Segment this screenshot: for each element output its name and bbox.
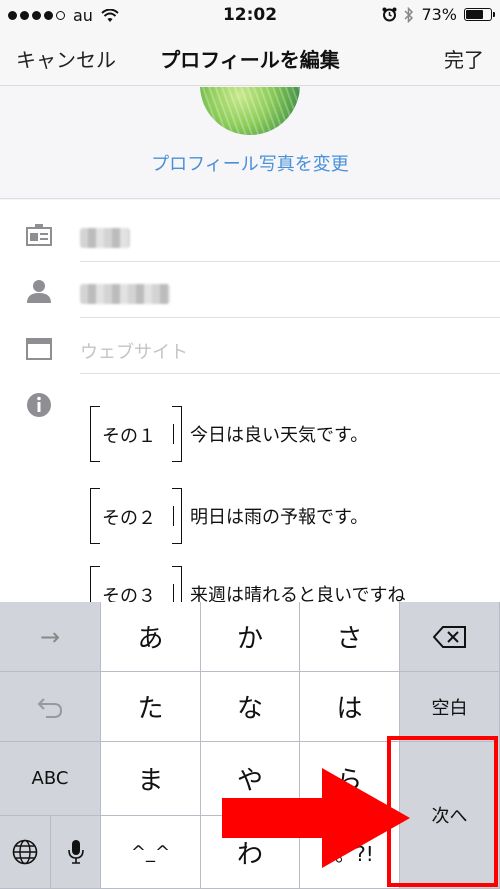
name-value-redacted <box>80 228 130 248</box>
username-field[interactable] <box>80 262 500 318</box>
key-ta[interactable]: た <box>101 672 201 742</box>
bio-text: 来週は晴れると良いですね <box>190 585 406 602</box>
key-sa[interactable]: さ <box>300 602 400 672</box>
user-icon <box>27 280 51 303</box>
website-field[interactable]: ウェブサイト <box>80 318 500 374</box>
bio-tag: その２ <box>102 508 156 529</box>
undo-icon <box>37 697 63 718</box>
bio-line-1[interactable]: その１ 今日は良い天気です。 <box>90 406 368 462</box>
info-icon <box>27 393 51 417</box>
key-ha[interactable]: は <box>300 672 400 742</box>
key-ma[interactable]: ま <box>101 742 201 816</box>
username-value-redacted <box>80 284 170 304</box>
bio-tag-box: その１ <box>90 406 182 462</box>
battery-percent: 73% <box>421 5 457 24</box>
bio-tag: その３ <box>102 586 156 602</box>
done-button[interactable]: 完了 <box>444 44 484 73</box>
status-right: 73% <box>382 5 495 24</box>
bio-tag: その１ <box>102 426 156 447</box>
key-emoticon[interactable]: ^_^ <box>101 816 201 889</box>
bio-text: 明日は雨の予報です。 <box>190 507 369 528</box>
cancel-button[interactable]: キャンセル <box>16 44 116 73</box>
nav-bar: キャンセル プロフィールを編集 完了 <box>0 30 500 86</box>
browser-window-icon <box>26 338 52 360</box>
backspace-icon <box>432 625 466 648</box>
microphone-key[interactable] <box>51 816 101 889</box>
red-arrow-annotation <box>222 768 410 868</box>
website-placeholder: ウェブサイト <box>80 342 188 363</box>
alarm-icon <box>382 7 397 22</box>
id-card-icon <box>26 224 52 246</box>
profile-form: ウェブサイト その１ 今日は良い天気です。 その２ 明日は雨の予報です。 その３… <box>0 200 500 602</box>
space-key[interactable]: 空白 <box>400 672 500 742</box>
bio-line-3[interactable]: その３ 来週は晴れると良いですね <box>90 566 405 602</box>
key-a[interactable]: あ <box>101 602 201 672</box>
avatar[interactable] <box>200 87 300 135</box>
key-na[interactable]: な <box>201 672 300 742</box>
name-field[interactable] <box>80 206 500 262</box>
arrow-key[interactable]: → <box>0 602 101 672</box>
key-ka[interactable]: か <box>201 602 300 672</box>
change-photo-link[interactable]: プロフィール写真を変更 <box>0 150 500 176</box>
bio-text: 今日は良い天気です。 <box>190 425 369 446</box>
globe-key[interactable] <box>0 816 51 889</box>
bluetooth-icon <box>404 6 414 23</box>
globe-icon <box>12 839 38 865</box>
profile-photo-section: プロフィール写真を変更 <box>0 87 500 199</box>
bio-tag-box: その３ <box>90 566 182 602</box>
battery-icon <box>464 8 495 21</box>
delete-key[interactable] <box>400 602 500 672</box>
next-key[interactable]: 次へ <box>400 742 500 889</box>
bio-line-2[interactable]: その２ 明日は雨の予報です。 <box>90 488 368 544</box>
abc-key[interactable]: ABC <box>0 742 101 816</box>
bio-tag-box: その２ <box>90 488 182 544</box>
microphone-icon <box>67 840 84 864</box>
undo-key[interactable] <box>0 672 101 742</box>
status-bar: au 12:02 73% <box>0 0 500 30</box>
